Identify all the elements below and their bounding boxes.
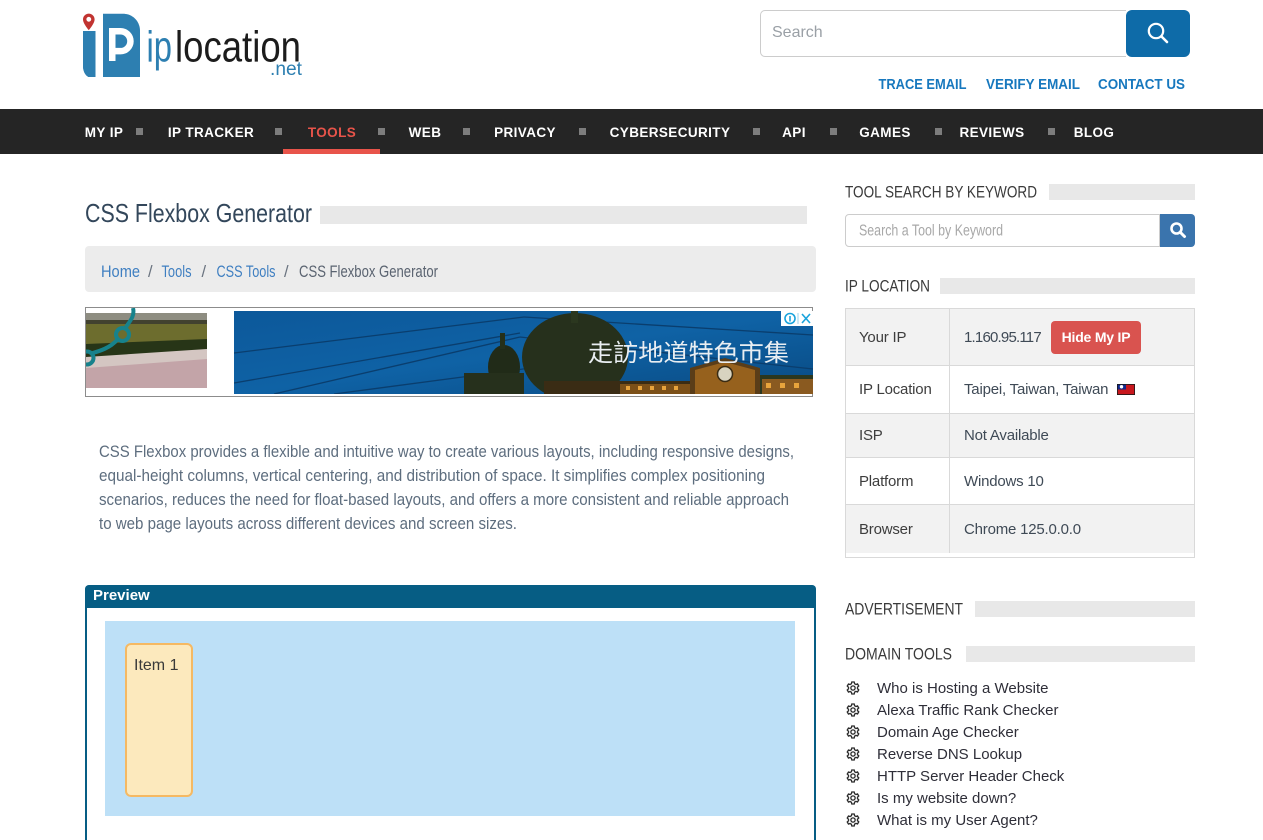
svg-text:TOOL SEARCH BY KEYWORD: TOOL SEARCH BY KEYWORD xyxy=(845,183,1037,202)
svg-text:/: / xyxy=(284,263,289,281)
svg-text:CSS Flexbox Generator: CSS Flexbox Generator xyxy=(85,198,312,228)
svg-text:Search a Tool by Keyword: Search a Tool by Keyword xyxy=(859,223,1003,240)
svg-text:equal-height columns, vertical: equal-height columns, vertical centering… xyxy=(99,467,765,485)
svg-text:DOMAIN TOOLS: DOMAIN TOOLS xyxy=(845,645,952,664)
svg-text:/: / xyxy=(202,263,207,281)
svg-text:ip: ip xyxy=(147,23,173,72)
svg-text:走訪地道特色市集: 走訪地道特色市集 xyxy=(588,340,789,367)
svg-text:scenarios, reduces the need fo: scenarios, reduces the need for float-ba… xyxy=(99,491,789,509)
svg-text:VERIFY EMAIL: VERIFY EMAIL xyxy=(986,77,1080,93)
svg-text:/: / xyxy=(148,263,153,281)
svg-text:to web page layouts across dif: to web page layouts across different dev… xyxy=(99,515,517,533)
svg-text:ADVERTISEMENT: ADVERTISEMENT xyxy=(845,600,963,619)
svg-text:IP LOCATION: IP LOCATION xyxy=(845,277,930,296)
svg-text:CSS Tools: CSS Tools xyxy=(217,263,276,281)
svg-text:CSS Flexbox provides a flexibl: CSS Flexbox provides a flexible and intu… xyxy=(99,443,794,461)
svg-text:CONTACT US: CONTACT US xyxy=(1098,77,1185,93)
svg-text:.net: .net xyxy=(270,59,303,80)
svg-text:TRACE EMAIL: TRACE EMAIL xyxy=(879,77,967,93)
svg-text:CSS Flexbox Generator: CSS Flexbox Generator xyxy=(299,263,438,281)
svg-text:Tools: Tools xyxy=(162,263,192,281)
svg-text:Home: Home xyxy=(101,263,140,281)
